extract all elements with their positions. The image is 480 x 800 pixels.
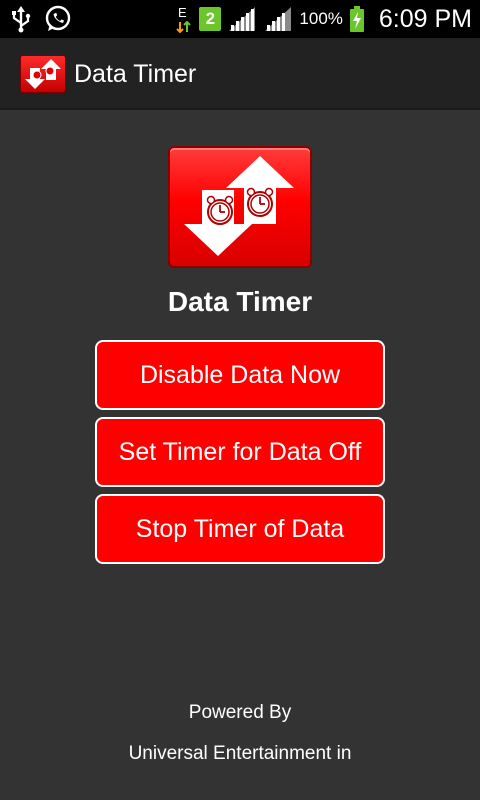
usb-icon — [10, 5, 32, 33]
data-e-icon: E — [175, 4, 193, 34]
alarm-clock-icon-2 — [246, 187, 274, 217]
data-timer-app-icon — [20, 55, 66, 93]
network-letter: E — [178, 5, 187, 20]
battery-charging-icon — [349, 5, 365, 33]
set-timer-data-off-button[interactable]: Set Timer for Data Off — [95, 417, 385, 487]
action-bar: Data Timer — [0, 38, 480, 110]
powered-by-label: Powered By — [188, 702, 292, 723]
data-timer-logo-icon — [168, 146, 312, 268]
sim-number: 2 — [205, 9, 216, 28]
status-bar-left — [10, 0, 72, 38]
signal-icon-2 — [263, 5, 293, 33]
status-time: 6:09 PM — [378, 4, 472, 33]
sim-2-icon: 2 — [199, 7, 222, 31]
status-bar-right: E 2 100% 6:09 PM — [175, 0, 472, 38]
battery-percent: 100% — [299, 9, 343, 28]
app-name-heading: Data Timer — [167, 286, 313, 317]
company-name-label: Universal Entertainment in — [128, 743, 352, 764]
disable-data-now-button[interactable]: Disable Data Now — [95, 340, 385, 410]
action-bar-title: Data Timer — [74, 59, 197, 88]
signal-icon — [227, 5, 257, 33]
alarm-clock-icon — [206, 195, 234, 225]
whatsapp-icon — [44, 5, 72, 33]
stop-timer-data-button[interactable]: Stop Timer of Data — [95, 494, 385, 564]
status-bar: E 2 100% 6:09 PM — [0, 0, 480, 38]
